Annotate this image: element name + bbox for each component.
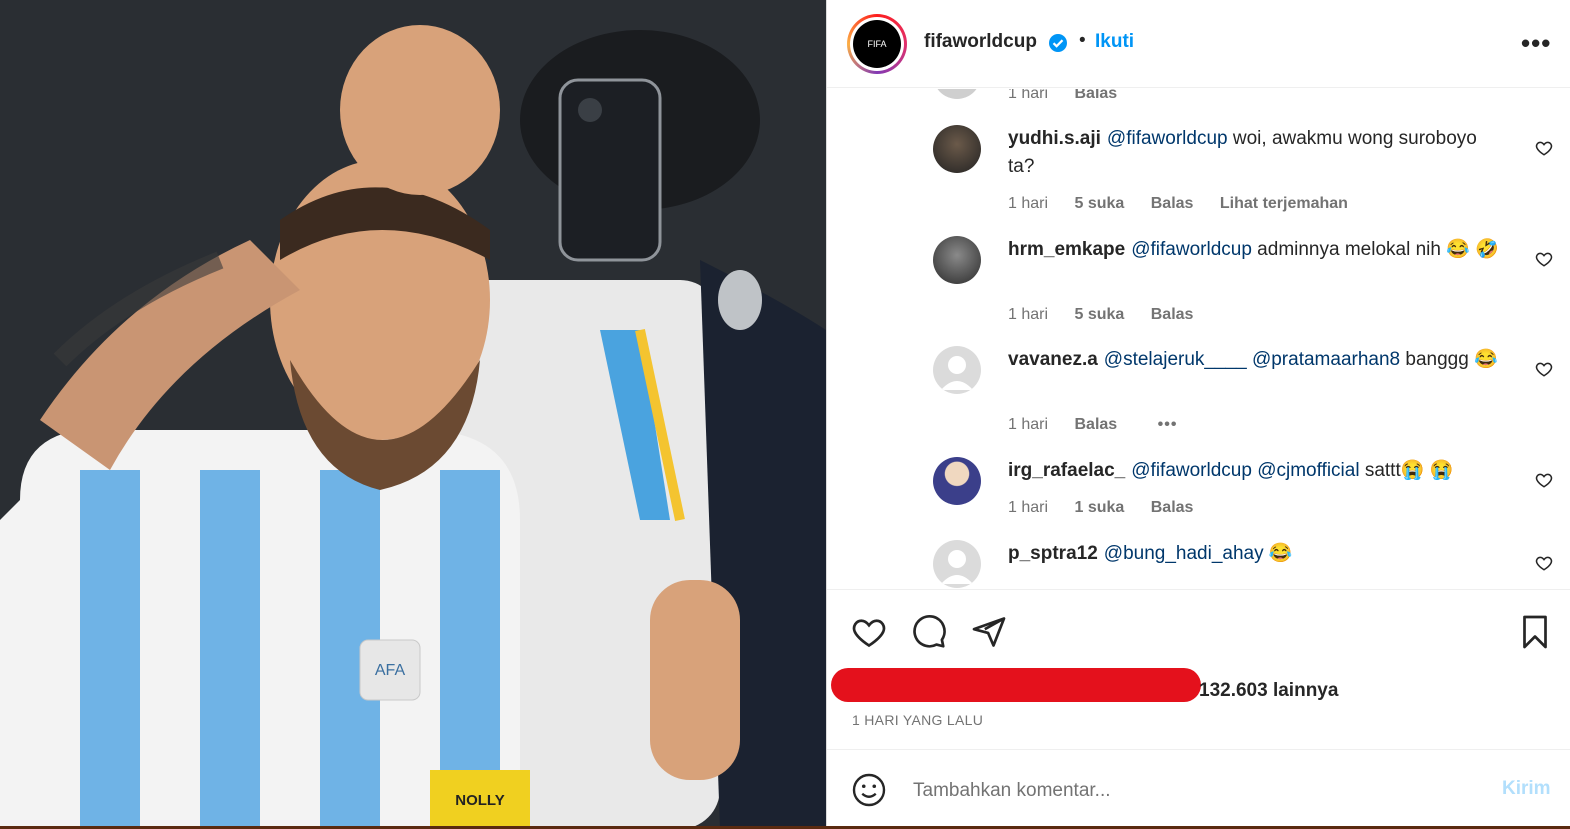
- commenter-username[interactable]: vavanez.a: [1008, 349, 1098, 370]
- commenter-username[interactable]: hrm_emkape: [1008, 239, 1125, 260]
- mention-link[interactable]: @fifaworldcup: [1131, 460, 1252, 481]
- translate-button[interactable]: Lihat terjemahan: [1220, 195, 1348, 212]
- reply-button[interactable]: Balas: [1151, 499, 1194, 516]
- reply-button[interactable]: Balas: [1151, 306, 1194, 323]
- comment-meta: 1 hari 1 suka Balas: [1008, 499, 1215, 517]
- mention-link[interactable]: @fifaworldcup: [1131, 239, 1252, 260]
- like-heart-icon[interactable]: [851, 614, 887, 650]
- comment-likes[interactable]: 5 suka: [1074, 195, 1124, 212]
- post-timestamp: 1 HARI YANG LALU: [852, 712, 984, 728]
- reply-button[interactable]: Balas: [1074, 89, 1117, 102]
- mention-link[interactable]: @stelajeruk____: [1104, 349, 1247, 370]
- fifa-logo: FIFA: [853, 20, 901, 68]
- commenter-avatar[interactable]: [933, 346, 981, 394]
- comment-body: 😂: [1263, 543, 1293, 564]
- commenter-avatar[interactable]: [933, 236, 981, 284]
- comment-time: 1 hari: [1008, 499, 1049, 516]
- share-send-icon[interactable]: [971, 614, 1007, 650]
- comment-text: irg_rafaelac_ @fifaworldcup @cjmofficial …: [1008, 457, 1528, 485]
- comment-body: banggg 😂: [1400, 349, 1498, 370]
- mention-link[interactable]: @pratamaarhan8: [1252, 349, 1400, 370]
- commenter-avatar[interactable]: [933, 125, 981, 173]
- header-separator: •: [1079, 30, 1086, 51]
- post-photo-illustration: AFA NOLLY: [0, 0, 826, 829]
- comment-meta: 1 hari Balas: [1008, 89, 1139, 103]
- more-options-icon[interactable]: •••: [1521, 28, 1551, 59]
- comment-likes[interactable]: 5 suka: [1074, 306, 1124, 323]
- comment-meta: 1 hari 5 suka Balas Lihat terjemahan: [1008, 195, 1370, 213]
- comment-likes[interactable]: 1 suka: [1074, 499, 1124, 516]
- comment-like-heart-icon[interactable]: [1535, 250, 1553, 268]
- commenter-avatar[interactable]: [933, 89, 981, 99]
- comment-body: sattt😭 😭: [1359, 460, 1454, 481]
- mention-link[interactable]: @cjmofficial: [1257, 460, 1359, 481]
- commenter-avatar[interactable]: [933, 457, 981, 505]
- post-actions: 132.603 lainnya 1 HARI YANG LALU: [827, 589, 1570, 749]
- jersey-badge: AFA: [375, 662, 406, 679]
- comment-time: 1 hari: [1008, 416, 1049, 433]
- redaction-bar: [831, 668, 1201, 702]
- comment-like-heart-icon[interactable]: [1535, 139, 1553, 157]
- captain-armband: NOLLY: [455, 792, 504, 809]
- mention-link[interactable]: @bung_hadi_ahay: [1104, 543, 1264, 564]
- comments-list[interactable]: 1 hari Balas yudhi.s.aji @fifaworldcup wo…: [827, 89, 1570, 589]
- comment-text: vavanez.a @stelajeruk____ @pratamaarhan8 …: [1008, 346, 1508, 374]
- mention-link[interactable]: @fifaworldcup: [1107, 128, 1228, 149]
- comment-meta: 1 hari Balas •••: [1008, 416, 1199, 434]
- bookmark-save-icon[interactable]: [1517, 614, 1553, 650]
- post-side-panel: FIFA fifaworldcup • Ikuti ••• 1 hari Bal…: [826, 0, 1570, 829]
- comment-time: 1 hari: [1008, 306, 1049, 323]
- comment-like-heart-icon[interactable]: [1535, 471, 1553, 489]
- commenter-username[interactable]: irg_rafaelac_: [1008, 460, 1125, 481]
- commenter-username[interactable]: yudhi.s.aji: [1008, 128, 1101, 149]
- likes-count[interactable]: 132.603 lainnya: [1199, 680, 1338, 702]
- commenter-avatar[interactable]: [933, 540, 981, 588]
- comment-time: 1 hari: [1008, 195, 1049, 212]
- follow-button[interactable]: Ikuti: [1095, 31, 1134, 53]
- comment-text: yudhi.s.aji @fifaworldcup woi, awakmu won…: [1008, 125, 1508, 181]
- send-comment-button[interactable]: Kirim: [1502, 778, 1551, 800]
- comment-bubble-icon[interactable]: [911, 614, 947, 650]
- comment-options-icon[interactable]: •••: [1158, 416, 1178, 433]
- comment-body: adminnya melokal nih 😂 🤣: [1251, 239, 1499, 260]
- emoji-icon[interactable]: [851, 772, 887, 808]
- author-avatar[interactable]: FIFA: [847, 14, 907, 74]
- author-username[interactable]: fifaworldcup: [924, 31, 1037, 53]
- default-avatar-icon: [941, 356, 973, 390]
- comment-meta: 1 hari 5 suka Balas: [1008, 306, 1215, 324]
- post-header: FIFA fifaworldcup • Ikuti •••: [827, 0, 1570, 88]
- reply-button[interactable]: Balas: [1151, 195, 1194, 212]
- verified-badge-icon: [1049, 34, 1067, 52]
- comment-input[interactable]: [911, 776, 1475, 806]
- comment-like-heart-icon[interactable]: [1535, 554, 1553, 572]
- default-avatar-icon: [941, 550, 973, 584]
- comment-text: hrm_emkape @fifaworldcup adminnya melokal…: [1008, 236, 1508, 264]
- comment-time: 1 hari: [1008, 89, 1049, 102]
- reply-button[interactable]: Balas: [1074, 416, 1117, 433]
- post-photo[interactable]: AFA NOLLY: [0, 0, 826, 829]
- comment-composer: Kirim: [827, 749, 1570, 829]
- comment-text: p_sptra12 @bung_hadi_ahay 😂: [1008, 540, 1508, 568]
- comment-like-heart-icon[interactable]: [1535, 360, 1553, 378]
- commenter-username[interactable]: p_sptra12: [1008, 543, 1098, 564]
